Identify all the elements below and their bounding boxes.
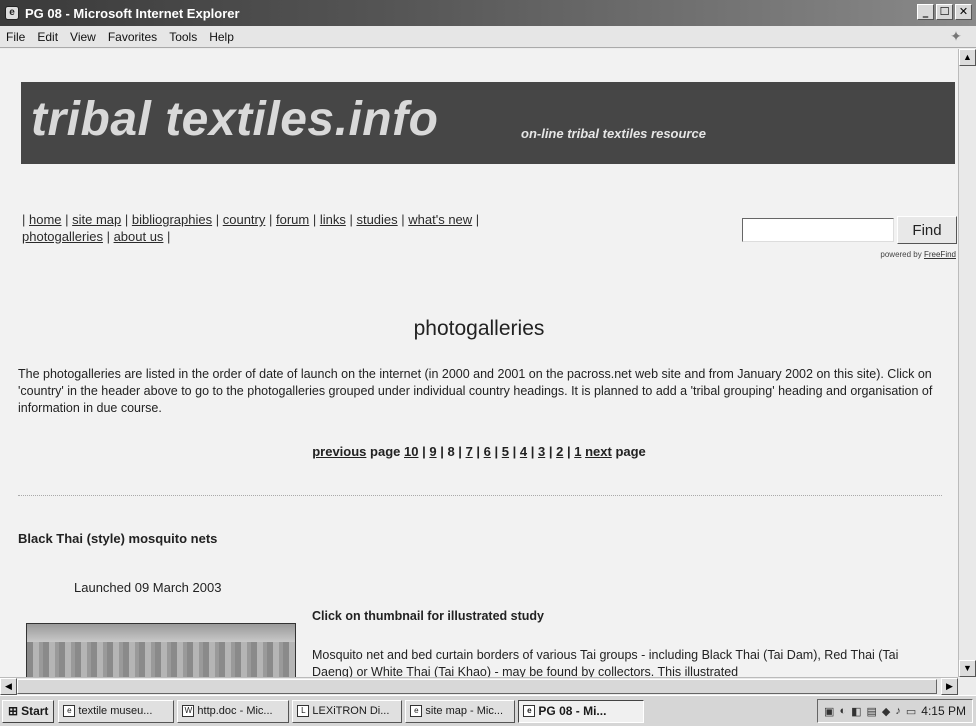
- freefind-link[interactable]: FreeFind: [924, 250, 956, 259]
- powered-by-label: powered by: [880, 250, 922, 259]
- horizontal-scrollbar[interactable]: ◀ ▶: [0, 677, 958, 695]
- previous-page-link[interactable]: previous: [312, 444, 366, 459]
- page-link-6[interactable]: 6: [484, 444, 491, 459]
- tray-shield-icon[interactable]: ◆: [882, 705, 890, 718]
- ie-icon: e: [63, 705, 76, 717]
- clock: 4:15 PM: [921, 704, 966, 718]
- gallery-launch-date: Launched 09 March 2003: [74, 580, 222, 595]
- close-button[interactable]: ✕: [955, 4, 972, 20]
- tray-volume-icon[interactable]: ♪: [895, 705, 901, 717]
- site-banner[interactable]: tribal textiles.info on-line tribal text…: [21, 82, 955, 164]
- page-link-9[interactable]: 9: [429, 444, 436, 459]
- scroll-up-icon[interactable]: ▲: [959, 49, 976, 66]
- nav-link-whats-new[interactable]: what's new: [408, 212, 472, 227]
- find-button[interactable]: Find: [897, 216, 957, 244]
- page-link-3[interactable]: 3: [538, 444, 545, 459]
- ie-icon: e: [410, 705, 423, 717]
- minimize-button[interactable]: _: [917, 4, 934, 20]
- window-controls: _ ☐ ✕: [917, 4, 972, 20]
- windows-logo-icon: ✦: [950, 28, 962, 44]
- gallery-title: Black Thai (style) mosquito nets: [18, 531, 218, 546]
- pagination: previous page 10 | 9 | 8 | 7 | 6 | 5 | 4…: [312, 444, 646, 459]
- taskbar-item-lexitron[interactable]: L LEXiTRON Di...: [292, 699, 403, 723]
- nav-link-links[interactable]: links: [320, 212, 346, 227]
- vertical-scrollbar[interactable]: ▲ ▼: [958, 49, 976, 677]
- maximize-button[interactable]: ☐: [936, 4, 953, 20]
- pager-page-label-trailing: page: [615, 444, 646, 459]
- taskbar-item-label: LEXiTRON Di...: [312, 705, 390, 717]
- system-tray: ▣ ◐ ◧ ▤ ◆ ♪ ▭ 4:15 PM: [817, 699, 973, 723]
- tray-app-icon[interactable]: ▣: [824, 705, 834, 718]
- start-label: Start: [21, 704, 49, 718]
- thumbnail-instruction: Click on thumbnail for illustrated study: [312, 609, 544, 623]
- page-link-10[interactable]: 10: [404, 444, 418, 459]
- gallery-description: Mosquito net and bed curtain borders of …: [312, 648, 899, 677]
- window-title-bar[interactable]: e PG 08 - Microsoft Internet Explorer _ …: [0, 0, 976, 26]
- scroll-right-icon[interactable]: ▶: [941, 678, 958, 695]
- word-icon: W: [182, 705, 195, 717]
- scroll-left-icon[interactable]: ◀: [0, 678, 17, 695]
- windows-flag-icon: ⊞: [8, 704, 19, 718]
- nav-link-forum[interactable]: forum: [276, 212, 309, 227]
- site-tagline: on-line tribal textiles resource: [521, 126, 706, 141]
- gallery-thumbnail[interactable]: [26, 623, 296, 677]
- page-content: tribal textiles.info on-line tribal text…: [0, 49, 958, 677]
- page-link-2[interactable]: 2: [556, 444, 563, 459]
- menu-bar: File Edit View Favorites Tools Help ✦: [0, 26, 976, 48]
- taskbar-item-label: textile museu...: [78, 705, 153, 717]
- ie-icon: e: [5, 6, 19, 20]
- horizontal-scroll-thumb[interactable]: [17, 679, 937, 694]
- nav-link-home[interactable]: home: [29, 212, 62, 227]
- taskbar-item-label: site map - Mic...: [425, 705, 504, 717]
- pager-page-label: page: [370, 444, 401, 459]
- menu-file[interactable]: File: [6, 30, 25, 44]
- menu-favorites[interactable]: Favorites: [108, 30, 157, 44]
- page-link-1[interactable]: 1: [574, 444, 581, 459]
- search-input[interactable]: [742, 218, 894, 242]
- taskbar-item-site-map[interactable]: e site map - Mic...: [405, 699, 516, 723]
- page-link-5[interactable]: 5: [502, 444, 509, 459]
- powered-by: powered by FreeFind: [880, 250, 956, 259]
- ie-icon: e: [523, 705, 536, 717]
- scroll-down-icon[interactable]: ▼: [959, 660, 976, 677]
- tray-network-icon[interactable]: ◧: [851, 705, 861, 718]
- tray-monitor-icon[interactable]: ▤: [867, 705, 877, 718]
- nav-link-site-map[interactable]: site map: [72, 212, 121, 227]
- nav-link-photogalleries[interactable]: photogalleries: [22, 229, 103, 244]
- nav-link-studies[interactable]: studies: [356, 212, 397, 227]
- page-title: photogalleries: [413, 317, 545, 340]
- tray-speaker-icon[interactable]: ◐: [839, 705, 846, 717]
- page-link-4[interactable]: 4: [520, 444, 527, 459]
- current-page: 8: [447, 444, 455, 459]
- page-link-7[interactable]: 7: [466, 444, 473, 459]
- divider: [18, 495, 942, 496]
- nav-link-bibliographies[interactable]: bibliographies: [132, 212, 212, 227]
- app-icon: L: [297, 705, 310, 717]
- taskbar-item-label: http.doc - Mic...: [197, 705, 273, 717]
- taskbar-item-http-doc[interactable]: W http.doc - Mic...: [177, 699, 290, 723]
- menu-help[interactable]: Help: [209, 30, 234, 44]
- menu-edit[interactable]: Edit: [37, 30, 58, 44]
- taskbar-item-label: PG 08 - Mi...: [538, 704, 607, 718]
- menu-view[interactable]: View: [70, 30, 96, 44]
- taskbar-item-pg-08[interactable]: e PG 08 - Mi...: [518, 699, 645, 723]
- next-page-link[interactable]: next: [585, 444, 612, 459]
- intro-paragraph: The photogalleries are listed in the ord…: [18, 367, 933, 415]
- site-logo[interactable]: tribal textiles.info: [31, 92, 438, 147]
- menu-tools[interactable]: Tools: [169, 30, 197, 44]
- tray-keyboard-icon[interactable]: ▭: [906, 705, 916, 718]
- site-navigation: | home | site map | bibliographies | cou…: [22, 212, 480, 244]
- nav-link-country[interactable]: country: [223, 212, 266, 227]
- taskbar: ⊞ Start e textile museu... W http.doc - …: [0, 695, 976, 726]
- nav-link-about-us[interactable]: about us: [114, 229, 164, 244]
- window-title: PG 08 - Microsoft Internet Explorer: [25, 5, 240, 21]
- taskbar-item-textile-museum[interactable]: e textile museu...: [58, 699, 175, 723]
- start-button[interactable]: ⊞ Start: [2, 699, 55, 723]
